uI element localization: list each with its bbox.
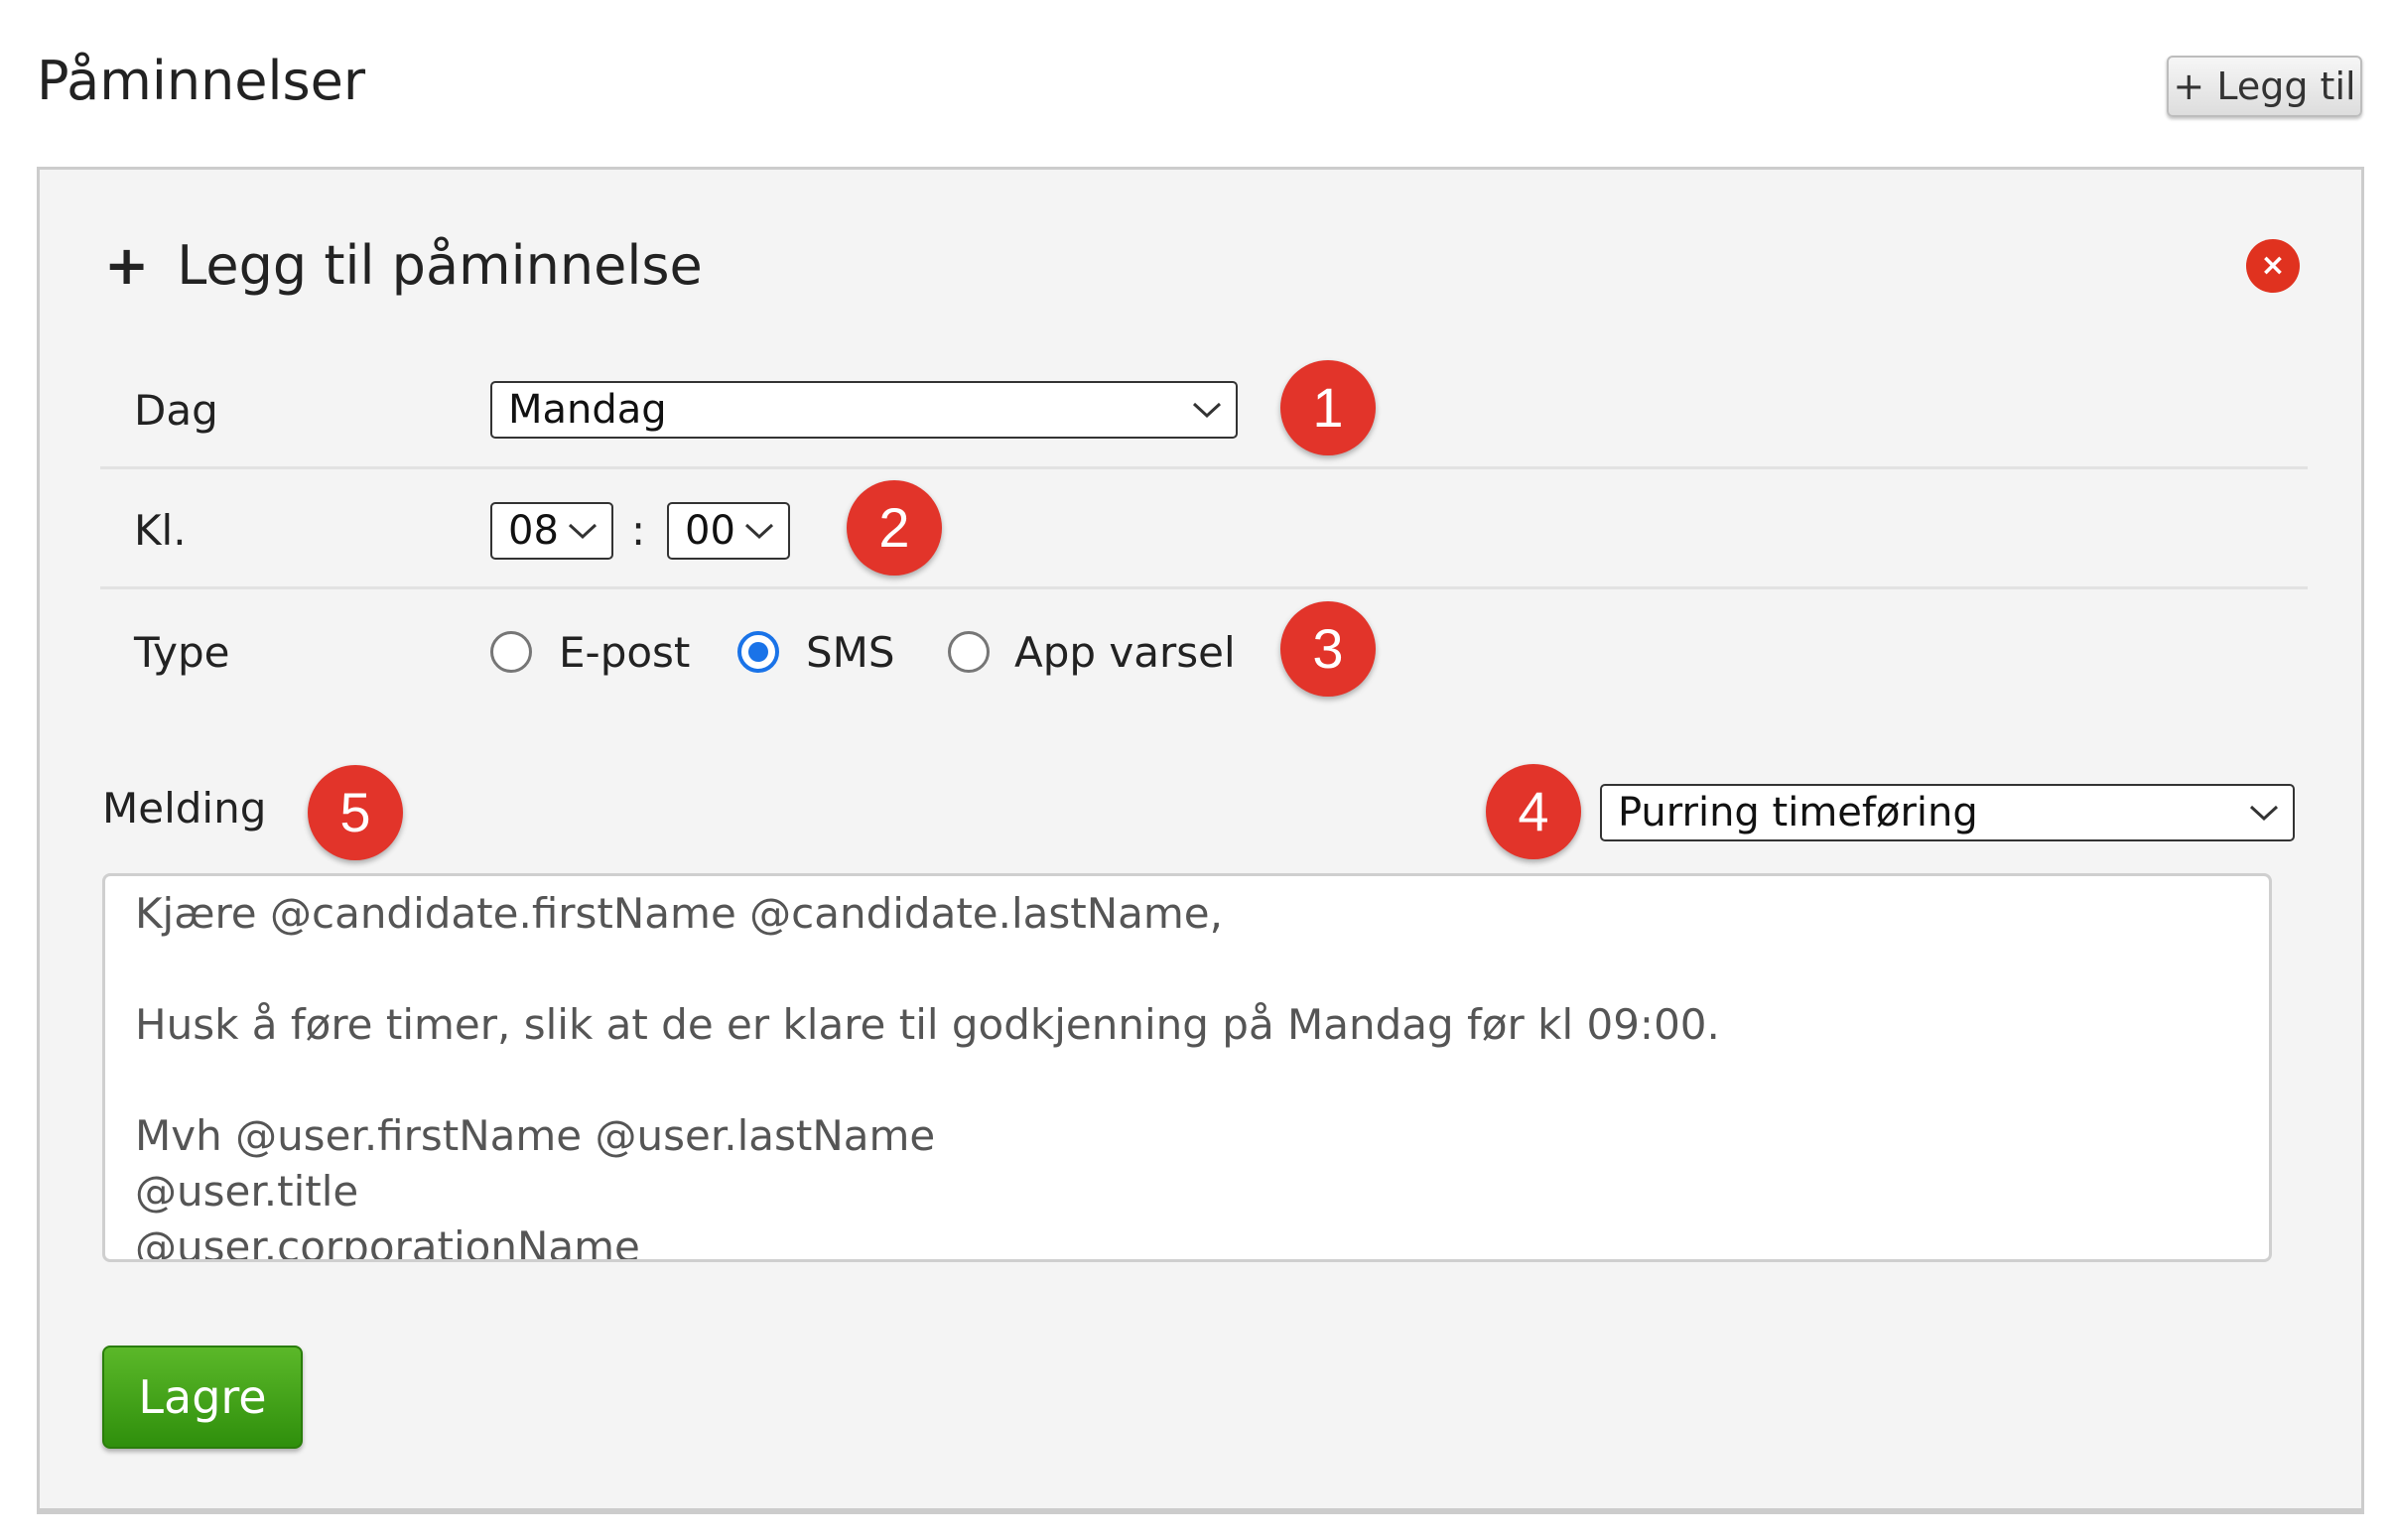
message-template-value: Purring timeføring	[1618, 790, 1978, 835]
radio-app-notification-label[interactable]: App varsel	[1014, 623, 1236, 683]
chevron-down-icon	[744, 523, 774, 540]
radio-sms[interactable]	[737, 631, 779, 673]
type-label: Type	[134, 628, 230, 677]
message-template-select[interactable]: Purring timeføring	[1600, 784, 2295, 841]
radio-app-notification[interactable]	[948, 631, 990, 673]
radio-email[interactable]	[490, 631, 532, 673]
day-select[interactable]: Mandag	[490, 381, 1238, 439]
panel-title: + Legg til påminnelse	[104, 226, 703, 306]
minute-select-value: 00	[685, 508, 735, 554]
message-line: Mvh @user.firstName @user.lastName	[135, 1111, 936, 1160]
hour-select[interactable]: 08	[490, 502, 613, 560]
day-select-value: Mandag	[508, 387, 667, 433]
chevron-down-icon	[568, 523, 598, 540]
time-label: Kl.	[134, 506, 187, 555]
callout-badge-1: 1	[1280, 360, 1376, 455]
callout-badge-3: 3	[1280, 601, 1376, 697]
callout-badge-4: 4	[1486, 764, 1581, 859]
time-separator: :	[631, 506, 646, 555]
row-divider	[100, 586, 2308, 589]
radio-email-label[interactable]: E-post	[559, 623, 690, 683]
message-line: @user.corporationName	[135, 1222, 640, 1262]
hour-select-value: 08	[508, 508, 559, 554]
page-title: Påminnelser	[37, 50, 366, 112]
message-line: Kjære @candidate.firstName @candidate.la…	[135, 889, 1223, 938]
chevron-down-icon	[1192, 402, 1222, 419]
minute-select[interactable]: 00	[667, 502, 790, 560]
message-textarea[interactable]: Kjære @candidate.firstName @candidate.la…	[102, 873, 2272, 1262]
plus-icon: +	[104, 234, 150, 297]
callout-badge-2: 2	[847, 480, 942, 576]
chevron-down-icon	[2249, 805, 2279, 822]
radio-sms-label[interactable]: SMS	[806, 623, 895, 683]
save-button[interactable]: Lagre	[102, 1346, 303, 1449]
message-line	[135, 942, 2239, 997]
panel-title-text: Legg til påminnelse	[177, 234, 703, 297]
message-line: Husk å føre timer, slik at de er klare t…	[135, 1000, 1720, 1049]
callout-badge-5: 5	[308, 765, 403, 860]
message-line	[135, 1053, 2239, 1108]
message-label: Melding	[102, 784, 267, 833]
day-label: Dag	[134, 386, 218, 435]
add-reminder-button[interactable]: + Legg til	[2167, 56, 2362, 117]
message-line: @user.title	[135, 1167, 359, 1216]
row-divider	[100, 466, 2308, 469]
close-icon[interactable]: ×	[2246, 239, 2300, 293]
